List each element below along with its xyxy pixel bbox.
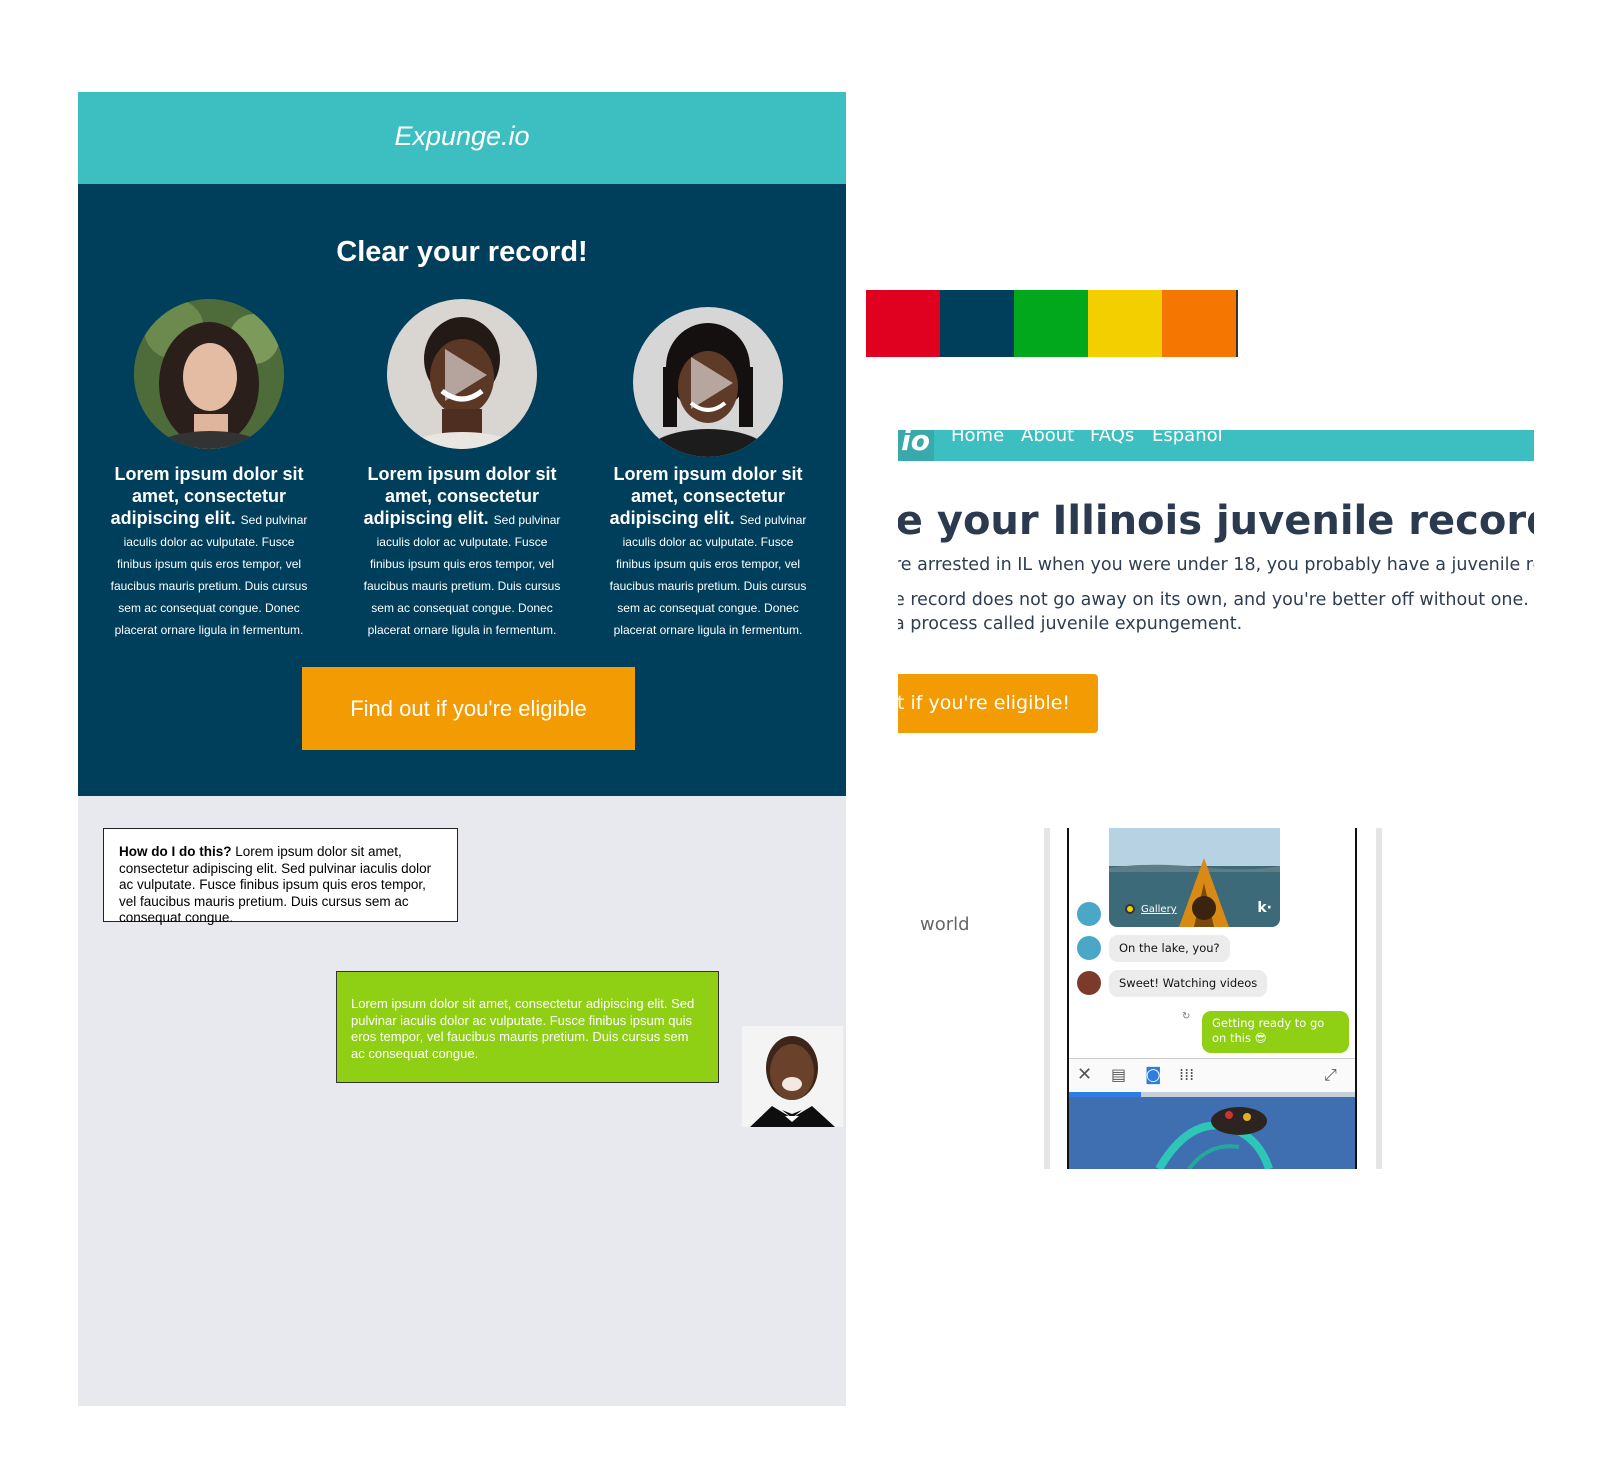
testimonial-text: Lorem ipsum dolor sit amet, consectetur … [608,463,808,639]
person-photo [134,299,284,449]
chat-message: Sweet! Watching videos [1109,970,1268,997]
site-paragraph: a process called juvenile expungement. [898,614,1243,634]
avatar [1077,936,1101,960]
play-icon[interactable] [445,349,487,401]
site-logo[interactable]: .io [898,430,934,461]
man-portrait [742,1026,843,1127]
gallery-image-message[interactable]: Gallery k· [1109,828,1280,927]
kayak-photo [1109,828,1280,927]
gallery-icon[interactable]: ▤ [1111,1064,1126,1086]
how-title: How do I do this? [119,844,232,859]
nav-home[interactable]: Home [951,430,1004,446]
phone-frame-left [1044,828,1050,1169]
how-box: How do I do this? Lorem ipsum dolor sit … [103,828,458,925]
chat-message: On the lake, you? [1109,935,1230,962]
expunge-mockup: Expunge.io Clear your record! Lorem ipsu… [78,92,846,1406]
site-eligibility-button[interactable]: out if you're eligible! [898,674,1098,733]
close-icon[interactable]: ✕ [1077,1064,1092,1086]
testimonial-card[interactable]: Lorem ipsum dolor sit amet, consectetur … [608,299,808,639]
keyboard-toolbar: ✕ ▤ ◙ ⁞⁞⁞ ⤢ [1069,1058,1355,1093]
world-label: world [920,914,970,935]
kik-icon: k· [1257,900,1272,916]
gallery-link[interactable]: Gallery [1141,904,1177,915]
avatar[interactable] [387,299,537,449]
site-paragraph: e record does not go away on its own, an… [898,590,1534,610]
avatar [1077,971,1101,995]
eligibility-button[interactable]: Find out if you're eligible [302,667,635,750]
testimonial-card[interactable]: Lorem ipsum dolor sit amet, consectetur … [362,299,562,639]
hero-section: Clear your record! Lorem ipsum dolor sit… [78,184,846,796]
site-screenshot: .io Home About FAQs Español se your Illi… [898,430,1534,740]
testimonial-body: Sed pulvinar iaculis dolor ac vulputate.… [609,513,807,637]
phone-frame-right [1376,828,1382,1169]
hero-title: Clear your record! [336,236,588,268]
chat-screen: Gallery k· On the lake, you? Sweet! Watc… [1067,828,1357,1169]
profile-photo [742,1026,843,1127]
color-swatch [940,290,1014,357]
testimonial-body: Sed pulvinar iaculis dolor ac vulputate.… [110,513,308,637]
avatar[interactable] [633,307,783,457]
color-swatch [1088,290,1162,357]
testimonial-body: Sed pulvinar iaculis dolor ac vulputate.… [363,513,561,637]
nav-faqs[interactable]: FAQs [1090,430,1134,446]
brand-logo[interactable]: Expunge.io [78,121,846,152]
green-body: Lorem ipsum dolor sit amet, consectetur … [351,996,695,1061]
color-palette [866,290,1238,357]
rollercoaster-photo [1069,1097,1355,1169]
color-swatch [1162,290,1236,357]
testimonial-card[interactable]: Lorem ipsum dolor sit amet, consectetur … [109,299,309,639]
avatar [1077,902,1101,926]
camera-icon[interactable]: ◙ [1145,1064,1162,1086]
my-chat-message: Getting ready to go on this 😎 [1202,1011,1349,1053]
phone-mockup: Gallery k· On the lake, you? Sweet! Watc… [1044,828,1382,1169]
color-swatch [866,290,940,357]
nav-espanol[interactable]: Español [1152,430,1223,446]
testimonial-text: Lorem ipsum dolor sit amet, consectetur … [109,463,309,639]
color-swatch [1014,290,1088,357]
site-navbar: .io Home About FAQs Español [898,430,1534,461]
nav-about[interactable]: About [1021,430,1074,446]
mockup-header: Expunge.io [78,92,846,184]
coaster-image [1069,1097,1355,1169]
chat-bubble-green: Lorem ipsum dolor sit amet, consectetur … [336,971,719,1083]
play-icon[interactable] [691,357,733,409]
site-paragraph: re arrested in IL when you were under 18… [898,555,1534,575]
testimonial-text: Lorem ipsum dolor sit amet, consectetur … [362,463,562,639]
site-headline: se your Illinois juvenile record! [898,498,1534,544]
expand-icon[interactable]: ⤢ [1324,1064,1337,1086]
avatar[interactable] [134,299,284,449]
read-receipt-icon: ↻ [1182,1011,1191,1022]
gallery-icon [1125,904,1135,914]
grid-icon[interactable]: ⁞⁞⁞ [1179,1064,1194,1086]
